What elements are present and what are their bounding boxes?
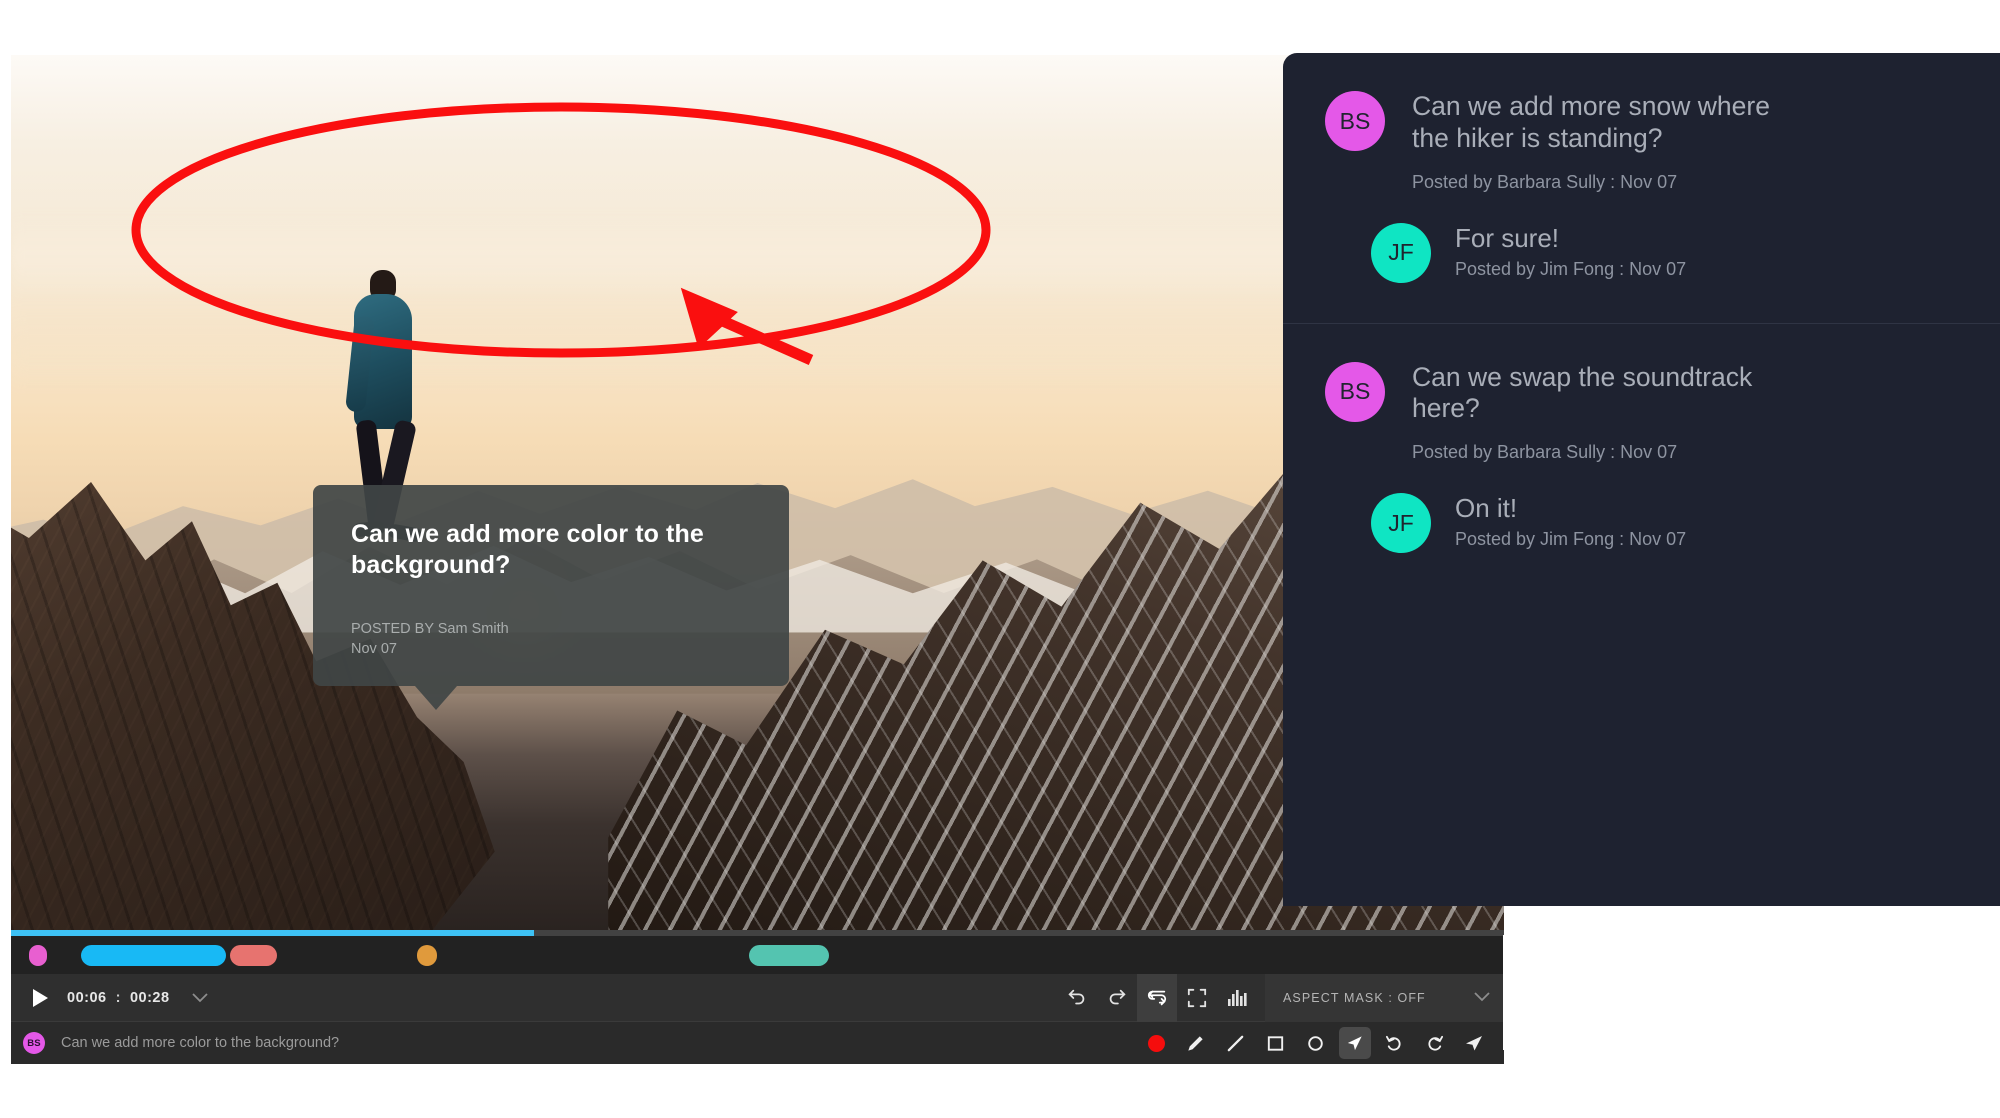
callout-author: POSTED BY Sam Smith [351, 621, 509, 637]
avatar[interactable]: JF [1371, 222, 1431, 283]
comment-root[interactable]: BS Can we add more snow where the hiker i… [1283, 91, 2000, 193]
haze-band-lower [11, 317, 1504, 388]
comment-body: Can we swap the soundtrack here? Posted b… [1412, 362, 1784, 464]
ellipse-tool[interactable] [1299, 1027, 1331, 1059]
aspect-mask-label: ASPECT MASK : OFF [1283, 990, 1426, 1005]
send-icon [1466, 1036, 1482, 1051]
time-display: 00:06 : 00:28 [67, 990, 170, 1006]
video-stage[interactable]: Can we add more color to the background?… [11, 55, 1504, 930]
comment-meta: Posted by Jim Fong : Nov 07 [1455, 258, 1687, 279]
annotation-toolbar [1126, 1022, 1504, 1064]
pencil-tool[interactable] [1180, 1027, 1212, 1059]
audio-levels-button[interactable] [1217, 974, 1257, 1022]
redo-icon [1428, 1035, 1443, 1050]
redo-tool[interactable] [1418, 1027, 1450, 1059]
player-controls: 00:06 : 00:28 ASPECT MASK: OFF [11, 973, 1504, 1022]
comment-thread[interactable]: BS Can we add more snow where the hiker i… [1283, 53, 2000, 323]
comment-meta: Posted by Barbara Sully : Nov 07 [1412, 442, 1678, 463]
range-marker-teal[interactable] [748, 945, 829, 966]
comment-bar-text: Can we add more color to the background? [61, 1035, 340, 1051]
comment-text: For sure! [1455, 222, 1560, 253]
current-time: 00:06 [67, 989, 107, 1006]
redo-button[interactable] [1097, 974, 1137, 1022]
record-icon [1147, 1034, 1165, 1052]
comment-reply[interactable]: JF On it! Posted by Jim Fong : Nov 07 [1283, 493, 2000, 554]
arrow-icon [1348, 1035, 1362, 1050]
video-comment-callout[interactable]: Can we add more color to the background?… [313, 485, 789, 686]
aspect-mask-dropdown[interactable]: ASPECT MASK : OFF [1265, 973, 1504, 1022]
comment-root[interactable]: BS Can we swap the soundtrack here? Posted… [1283, 361, 2000, 464]
comment-marker-pink[interactable] [28, 945, 47, 966]
comment-reply[interactable]: JF For sure! Posted by Jim Fong : Nov 07 [1283, 222, 2000, 283]
callout-meta: POSTED BY Sam Smith Nov 07 [351, 619, 509, 659]
line-tool[interactable] [1220, 1027, 1252, 1059]
comment-body: Can we add more snow where the hiker is … [1412, 91, 1784, 193]
avatar[interactable]: JF [1371, 493, 1431, 554]
avatar[interactable]: BS [1325, 91, 1385, 151]
undo-icon [1385, 1035, 1401, 1050]
time-separator: : [115, 989, 121, 1006]
timeline-marker-lane[interactable] [11, 936, 1504, 974]
callout-tail [415, 686, 457, 710]
comment-text: Can we add more snow where the hiker is … [1412, 91, 1770, 153]
comment-meta: Posted by Jim Fong : Nov 07 [1455, 529, 1687, 550]
undo-button[interactable] [1057, 974, 1097, 1022]
comments-panel[interactable]: BS Can we add more snow where the hiker i… [1283, 53, 2000, 906]
range-marker-blue[interactable] [81, 945, 227, 966]
play-icon [32, 988, 48, 1007]
chevron-down-icon[interactable] [191, 990, 208, 1006]
send-tool[interactable] [1458, 1027, 1490, 1059]
callout-title: Can we add more color to the background? [351, 520, 704, 579]
avatar[interactable]: BS [1325, 361, 1385, 422]
loop-button[interactable] [1137, 973, 1177, 1022]
arrow-tool[interactable] [1338, 1027, 1371, 1059]
comment-marker-orange[interactable] [417, 945, 438, 966]
comment-body: On it! Posted by Jim Fong : Nov 07 [1455, 493, 1686, 553]
app-root: Can we add more color to the background?… [0, 0, 2000, 1118]
fullscreen-button[interactable] [1177, 974, 1217, 1022]
total-time: 00:28 [129, 989, 170, 1006]
comment-thread[interactable]: BS Can we swap the soundtrack here? Posted… [1283, 324, 2000, 594]
play-button[interactable] [23, 974, 57, 1022]
comment-bar-avatar: BS [23, 1032, 45, 1054]
ellipse-icon [1307, 1035, 1323, 1051]
video-player: Can we add more color to the background?… [11, 55, 1504, 1064]
comment-text: On it! [1455, 493, 1518, 524]
white-overlay-block [1503, 935, 2000, 1050]
rectangle-icon [1267, 1035, 1283, 1051]
record-tool[interactable] [1140, 1027, 1172, 1059]
haze-band-upper [11, 212, 1504, 300]
comment-body: For sure! Posted by Jim Fong : Nov 07 [1455, 223, 1686, 283]
callout-date: Nov 07 [351, 641, 397, 657]
comment-meta: Posted by Barbara Sully : Nov 07 [1412, 171, 1678, 192]
undo-tool[interactable] [1379, 1027, 1411, 1059]
comment-text: Can we swap the soundtrack here? [1412, 361, 1753, 424]
range-marker-salmon[interactable] [230, 945, 278, 966]
aspect-chevron-down-icon [1474, 990, 1490, 1005]
rectangle-tool[interactable] [1259, 1027, 1291, 1059]
pencil-icon [1188, 1035, 1203, 1051]
line-icon [1227, 1035, 1244, 1051]
